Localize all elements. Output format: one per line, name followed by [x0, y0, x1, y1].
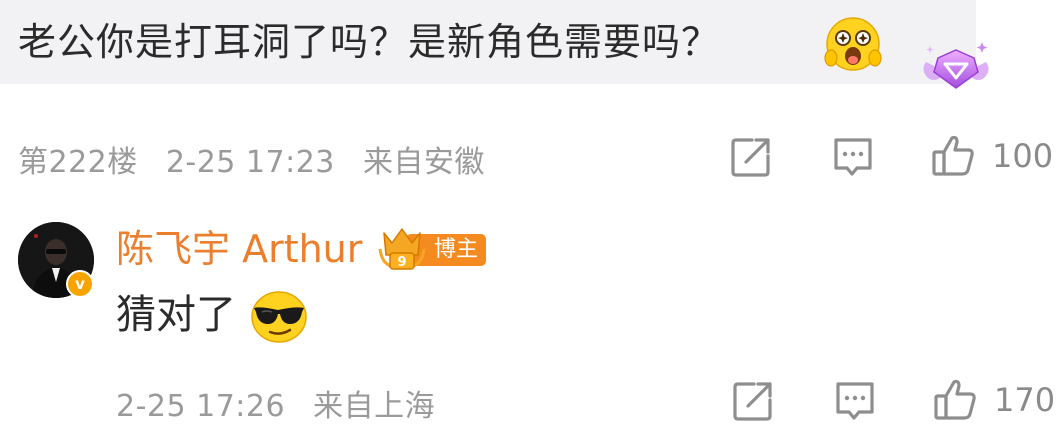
comment-location: 来自安徽	[362, 145, 485, 180]
thumbs-up-icon[interactable]	[932, 376, 978, 422]
reply-author-name[interactable]: 陈飞宇 Arthur	[116, 224, 362, 274]
floor-number: 第222楼	[18, 145, 138, 180]
cool-sunglasses-emoji	[251, 291, 307, 343]
comment-time: 2-25 17:23	[165, 145, 335, 180]
reply-time: 2-25 17:26	[116, 389, 286, 424]
comment-text: 老公你是打耳洞了吗？是新角色需要吗？	[18, 20, 721, 64]
like-count: 170	[994, 381, 1056, 419]
reply-text: 猜对了	[116, 292, 236, 338]
comment-icon[interactable]	[832, 378, 878, 424]
crown-level-icon: 9	[378, 228, 426, 270]
grinning-star-eyes-emoji	[824, 17, 882, 71]
reply-meta: 2-25 17:26 来自上海	[116, 381, 435, 425]
purple-diamond-badge-icon	[923, 42, 989, 89]
share-icon[interactable]	[730, 378, 776, 424]
blogger-badge: 博主 9	[376, 225, 488, 273]
reply-location: 来自上海	[313, 389, 436, 424]
share-icon[interactable]	[728, 134, 774, 180]
comment-icon[interactable]	[830, 134, 876, 180]
like-count: 100	[992, 137, 1054, 175]
crown-level-number: 9	[397, 255, 406, 270]
comment-meta: 第222楼 2-25 17:23 来自安徽	[18, 137, 485, 181]
verified-badge: v	[66, 270, 94, 298]
thumbs-up-icon[interactable]	[930, 132, 976, 178]
